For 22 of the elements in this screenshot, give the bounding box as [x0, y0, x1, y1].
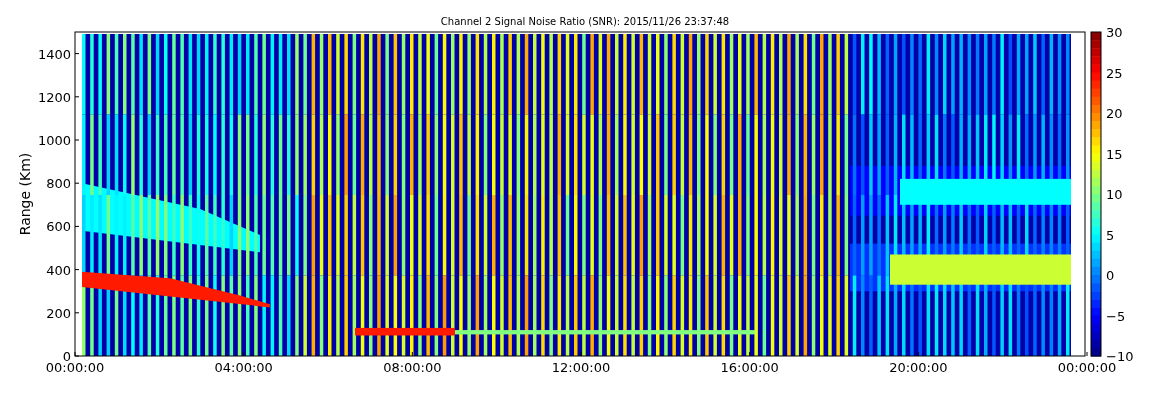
tick-label: 10 [1106, 187, 1123, 202]
tick-label: 0 [1106, 268, 1115, 283]
tick-label: 200 [46, 305, 71, 321]
tick-label: 1200 [37, 89, 71, 105]
tick-label: 08:00:00 [383, 360, 442, 375]
tick-label: 30 [1106, 25, 1123, 40]
tick-label: 1400 [37, 46, 71, 62]
tick-label: 25 [1106, 65, 1123, 81]
chart-title: Channel 2 Signal Noise Ratio (SNR): 2015/11/26 23:37:48 [440, 16, 730, 27]
tick-label: 12:00:00 [551, 360, 611, 375]
tick-label: 16:00:00 [720, 360, 779, 375]
tick-label: 20:00:00 [889, 360, 948, 375]
tick-label: 15 [1106, 146, 1123, 162]
axis-title: Range (Km) [17, 152, 33, 236]
tick-label: 800 [46, 176, 71, 192]
tick-label: 400 [46, 262, 71, 278]
tick-label: 04:00:00 [214, 360, 273, 375]
tick-label: −5 [1106, 308, 1126, 324]
tick-label: 1000 [37, 133, 71, 148]
tick-label: 20 [1106, 106, 1123, 121]
tick-label: 600 [46, 219, 71, 235]
tick-label: 5 [1106, 227, 1115, 243]
